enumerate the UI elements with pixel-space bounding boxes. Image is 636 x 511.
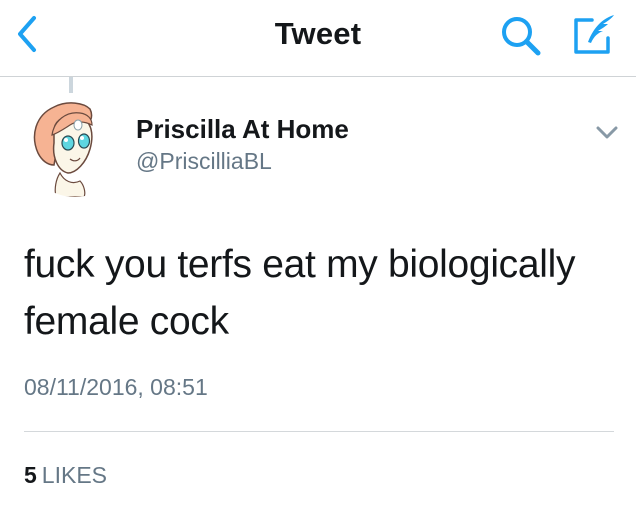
likes-count: 5 (24, 462, 37, 488)
tweet-text-line: female cock (24, 300, 229, 343)
search-button[interactable] (498, 14, 546, 58)
tweet-timestamp: 08/11/2016, 08:51 (24, 374, 208, 400)
search-icon (502, 17, 541, 56)
compose-tweet-icon (574, 15, 614, 54)
divider (24, 431, 614, 432)
display-name[interactable]: Priscilla At Home (136, 114, 349, 145)
tweet-text-line: fuck you terfs eat my biologically (24, 243, 576, 286)
tweet-text: fuck you terfs eat my biologically femal… (24, 236, 614, 350)
likes-label: LIKES (41, 462, 108, 488)
tweet-menu-button[interactable] (590, 118, 624, 146)
user-handle[interactable]: @PriscilliaBL (136, 148, 272, 175)
avatar-illustration (24, 95, 126, 197)
top-navigation-bar: Tweet (0, 0, 636, 77)
thread-connector-line (69, 77, 73, 93)
compose-tweet-button[interactable] (570, 12, 620, 58)
likes-count-link[interactable]: 5 LIKES (24, 462, 107, 489)
avatar[interactable] (24, 95, 126, 197)
chevron-down-icon (596, 126, 618, 139)
tweet-detail-screen: Tweet Priscilla At Home @PriscilliaBL fu… (0, 0, 636, 511)
